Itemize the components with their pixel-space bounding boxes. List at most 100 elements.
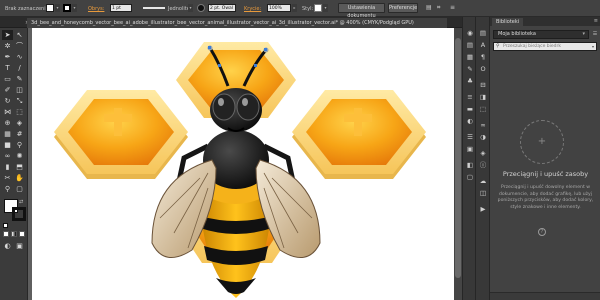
help-icon[interactable]: ? xyxy=(538,228,546,236)
line-tool-icon[interactable]: / xyxy=(14,63,25,73)
align-panel-icon[interactable]: ⊟ xyxy=(478,81,488,90)
pathfinder-icon[interactable]: ◨ xyxy=(478,93,488,102)
graphic-styles-icon[interactable]: ▣ xyxy=(465,145,475,154)
none-mode-icon[interactable] xyxy=(19,231,25,237)
links-icon[interactable]: ∞ xyxy=(478,121,488,130)
scale-tool-icon[interactable]: ⤡ xyxy=(14,96,25,106)
rectangle-tool-icon[interactable]: ▭ xyxy=(2,74,13,84)
vertical-scrollbar[interactable] xyxy=(454,28,462,300)
stroke-weight-field[interactable]: 1 pt xyxy=(110,4,132,12)
draw-normal-icon[interactable]: ◐ xyxy=(2,241,13,251)
drop-zone-heading: Przeciągnij i upuść zasoby xyxy=(502,170,589,178)
slice-tool-icon[interactable]: ✂ xyxy=(2,173,13,183)
character-icon[interactable]: A xyxy=(478,41,488,50)
panel-menu-icon[interactable]: ≡ xyxy=(594,17,598,26)
opacity-dropdown-icon[interactable]: ▸ xyxy=(292,4,297,12)
document-setup-button[interactable]: Ustawienia dokumentu xyxy=(338,3,385,19)
style-label: Styl: xyxy=(302,6,314,12)
properties-icon[interactable]: ▤ xyxy=(478,29,488,38)
shape-builder-tool-icon[interactable]: ⊕ xyxy=(2,118,13,128)
curvature-tool-icon[interactable]: ∿ xyxy=(14,52,25,62)
stroke-color-box[interactable] xyxy=(12,207,26,221)
opacity-field[interactable]: 100% xyxy=(267,4,291,12)
profile-dropdown-icon[interactable]: ▾ xyxy=(188,4,193,12)
stroke-profile-preview[interactable] xyxy=(143,5,165,11)
drop-zone-circle[interactable]: + xyxy=(520,120,564,164)
opentype-icon[interactable]: O xyxy=(478,65,488,74)
library-menu-icon[interactable]: ☰ xyxy=(591,31,599,38)
actions-icon[interactable]: ▶ xyxy=(478,205,488,214)
preferences-button[interactable]: Preferencje xyxy=(388,3,418,13)
symbol-sprayer-tool-icon[interactable]: ✺ xyxy=(14,151,25,161)
print-tiling-tool-icon[interactable]: ▢ xyxy=(14,184,25,194)
color-guide-icon[interactable]: ▤ xyxy=(465,41,475,50)
transparency-icon[interactable]: ◐ xyxy=(465,117,475,126)
panel-icon-strip-2: ▤ A ¶ O ⊟ ◨ ⬚ ∞ ◑ ◈ ⓘ ☁ ◫ ▶ xyxy=(475,17,489,300)
align-icon[interactable]: ▤ xyxy=(426,4,434,12)
library-select[interactable]: Moja biblioteka ▾ xyxy=(493,30,589,39)
opacity-label[interactable]: Krycie: xyxy=(244,6,261,12)
appearance-icon[interactable]: ☰ xyxy=(465,133,475,142)
document-tab[interactable]: 3d_bee_and_honeycomb_vector_bee_ai_adobe… xyxy=(27,18,447,28)
fill-dropdown-icon[interactable]: ▾ xyxy=(55,4,60,12)
hand-tool-icon[interactable]: ✋ xyxy=(14,173,25,183)
screen-mode-icon[interactable]: ▣ xyxy=(14,241,25,251)
brushes-icon[interactable]: ✎ xyxy=(465,65,475,74)
libraries-panel-icon[interactable]: ☁ xyxy=(478,177,488,186)
width-tool-icon[interactable]: ⋈ xyxy=(2,107,13,117)
rotate-tool-icon[interactable]: ↻ xyxy=(2,96,13,106)
brush-field[interactable]: 2 pt. Owal xyxy=(208,4,236,12)
color-mode-icon[interactable] xyxy=(3,231,9,237)
transform-icon[interactable]: ⌗ xyxy=(437,4,445,12)
drop-zone-description: Przeciągnij i upuść dowolny element w do… xyxy=(497,185,594,210)
color-panel-icon[interactable]: ◉ xyxy=(465,29,475,38)
library-search-input[interactable]: ⚲ Przeszukaj bieżące biedrk ▾ xyxy=(493,42,597,51)
swap-colors-icon[interactable]: ⇄ xyxy=(19,199,26,205)
stroke-swatch[interactable] xyxy=(63,4,71,12)
eyedropper-tool-icon[interactable]: ⚲ xyxy=(14,140,25,150)
perspective-grid-tool-icon[interactable]: ▦ xyxy=(2,129,13,139)
stroke-panel-icon[interactable]: ≡ xyxy=(465,93,475,102)
gradient-panel-icon[interactable]: ▬ xyxy=(465,105,475,114)
libraries-tab[interactable]: Biblioteki xyxy=(492,18,524,26)
direct-selection-tool-icon[interactable]: ↖ xyxy=(14,30,25,40)
zoom-tool-icon[interactable]: ⚲ xyxy=(2,184,13,194)
selection-tool-icon[interactable]: ➤ xyxy=(2,30,13,40)
panel-menu-icon[interactable]: ≡ xyxy=(450,4,458,12)
canvas[interactable] xyxy=(28,28,464,300)
fill-swatch[interactable] xyxy=(46,4,54,12)
artboard[interactable] xyxy=(32,28,464,300)
default-colors-icon[interactable] xyxy=(3,223,8,228)
image-trace-icon[interactable]: ◑ xyxy=(478,133,488,142)
eraser-tool-icon[interactable]: ◫ xyxy=(14,85,25,95)
style-swatch[interactable] xyxy=(314,4,322,12)
column-graph-tool-icon[interactable]: ▮ xyxy=(2,162,13,172)
lasso-tool-icon[interactable]: ⌒ xyxy=(14,41,25,51)
assets-icon[interactable]: ◫ xyxy=(478,189,488,198)
layers-icon[interactable]: ◧ xyxy=(465,161,475,170)
gradient-mode-icon[interactable] xyxy=(11,231,17,237)
stroke-label[interactable]: Obrys: xyxy=(88,6,104,12)
pen-tool-icon[interactable]: ✒ xyxy=(2,52,13,62)
shaper-tool-icon[interactable]: ✐ xyxy=(2,85,13,95)
style-dropdown-icon[interactable]: ▾ xyxy=(323,4,328,12)
scrollbar-thumb[interactable] xyxy=(455,38,461,278)
swatches-icon[interactable]: ▦ xyxy=(465,53,475,62)
blend-tool-icon[interactable]: ∞ xyxy=(2,151,13,161)
type-tool-icon[interactable]: T xyxy=(2,63,13,73)
navigator-icon[interactable]: ◈ xyxy=(478,149,488,158)
gradient-tool-icon[interactable]: ■ xyxy=(2,140,13,150)
transform-panel-icon[interactable]: ⬚ xyxy=(478,105,488,114)
magic-wand-tool-icon[interactable]: ✲ xyxy=(2,41,13,51)
symbols-icon[interactable]: ♣ xyxy=(465,77,475,86)
artboard-tool-icon[interactable]: ⬒ xyxy=(14,162,25,172)
live-paint-tool-icon[interactable]: ◈ xyxy=(14,118,25,128)
info-icon[interactable]: ⓘ xyxy=(478,161,488,170)
artboards-icon[interactable]: ▢ xyxy=(465,173,475,182)
free-transform-tool-icon[interactable]: ⬚ xyxy=(14,107,25,117)
brush-dot-icon[interactable] xyxy=(197,4,205,12)
paragraph-icon[interactable]: ¶ xyxy=(478,53,488,62)
mesh-tool-icon[interactable]: # xyxy=(14,129,25,139)
stroke-dropdown-icon[interactable]: ▾ xyxy=(72,4,77,12)
paintbrush-tool-icon[interactable]: ✎ xyxy=(14,74,25,84)
